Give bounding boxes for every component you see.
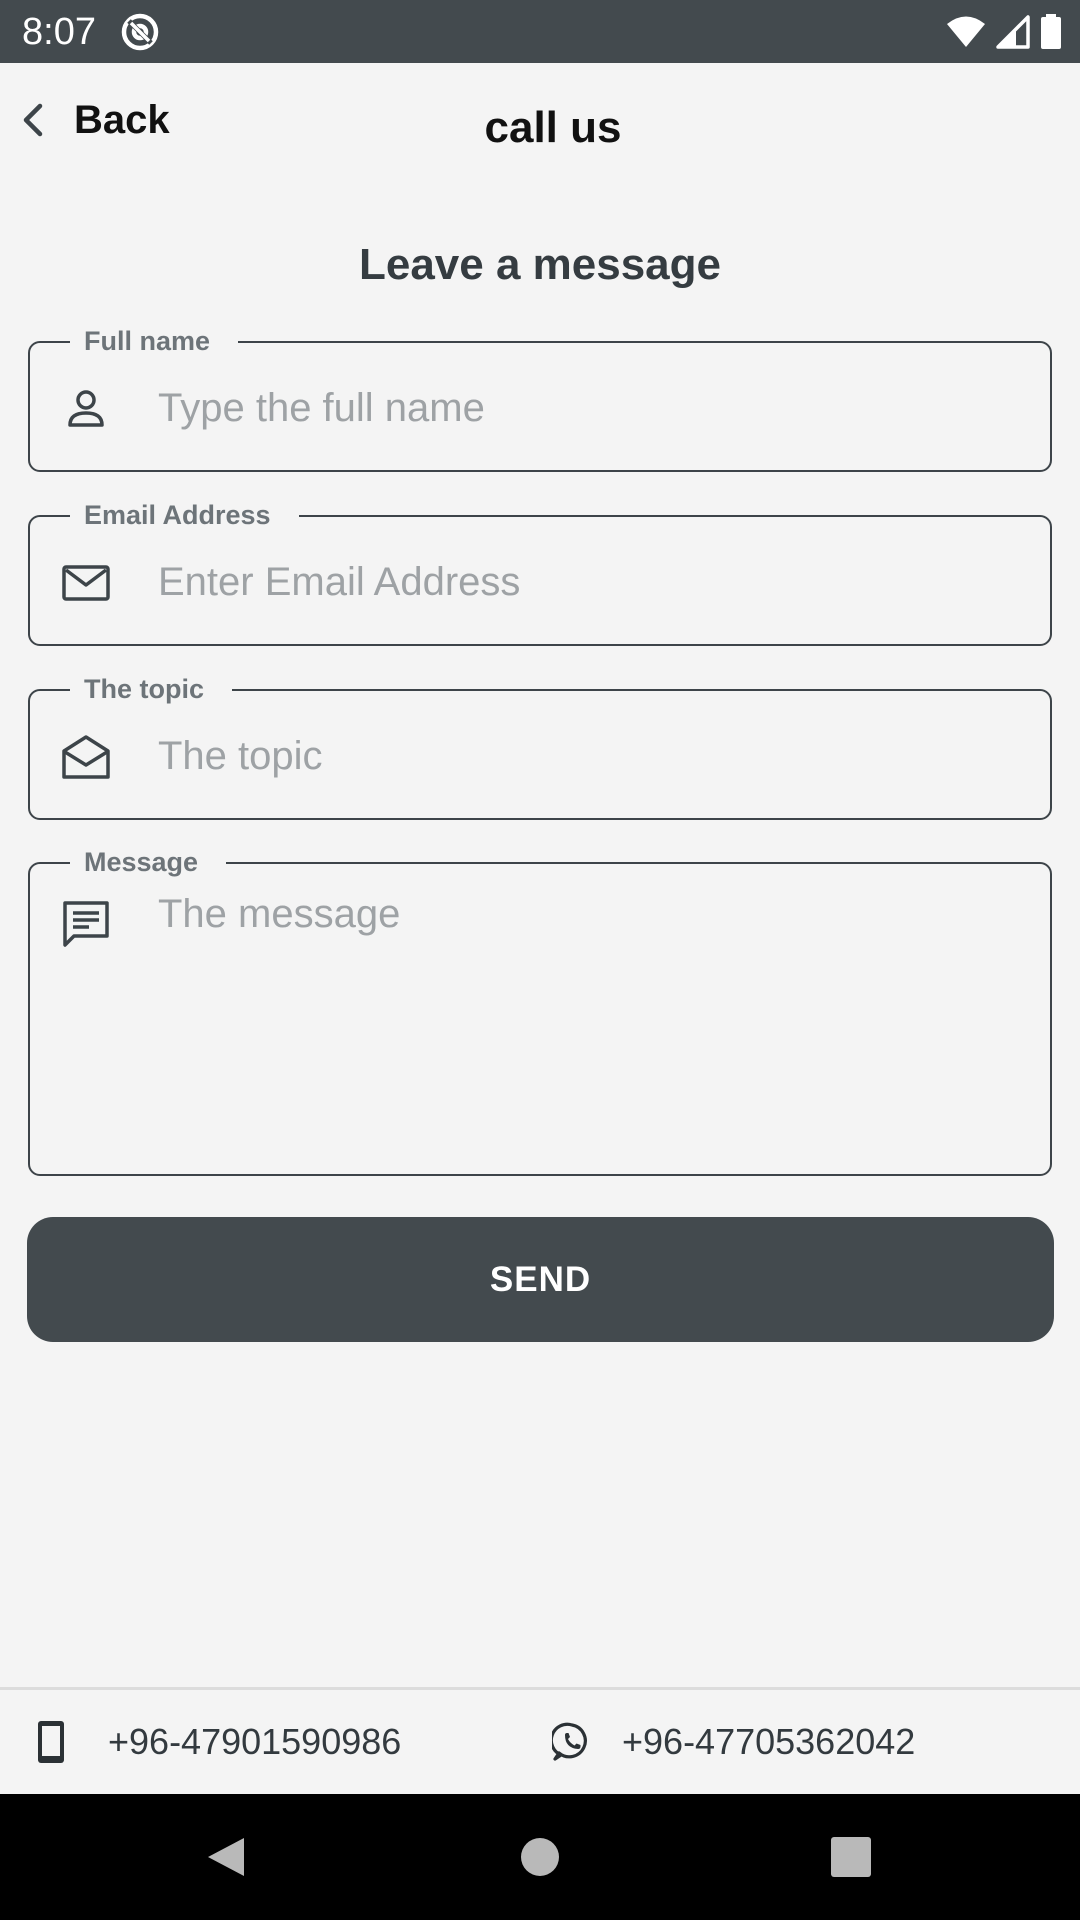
full-name-label: Full name [70, 321, 239, 361]
send-button[interactable]: SEND [27, 1217, 1054, 1342]
system-nav-bar [0, 1794, 1080, 1920]
back-nav-icon[interactable] [200, 1832, 250, 1882]
phone-contact[interactable]: +96-47901590986 [36, 1690, 401, 1794]
wifi-icon [947, 16, 985, 47]
section-title: Leave a message [358, 240, 722, 289]
person-icon [68, 390, 104, 427]
message-input[interactable] [158, 892, 1030, 1154]
home-nav-icon[interactable] [515, 1832, 565, 1882]
status-icons [946, 12, 1062, 52]
email-field: Email Address [28, 495, 1052, 646]
recents-nav-icon[interactable] [826, 1832, 876, 1882]
mail-icon [62, 565, 110, 601]
whatsapp-number: +96-47705362042 [622, 1721, 916, 1762]
whatsapp-contact[interactable]: +96-47705362042 [552, 1690, 915, 1794]
battery-icon [1041, 14, 1061, 49]
page-title: call us [484, 103, 622, 152]
full-name-field: Full name [28, 321, 1052, 472]
message-field: Message [28, 842, 1052, 1176]
status-time: 8:07 [22, 11, 96, 53]
email-label: Email Address [70, 495, 299, 535]
topic-label: The topic [70, 669, 232, 709]
topic-input[interactable] [158, 731, 1030, 781]
phone-number: +96-47901590986 [108, 1721, 402, 1762]
phone-icon [38, 1721, 64, 1763]
full-name-input[interactable] [158, 383, 1030, 433]
signal-icon [996, 15, 1030, 49]
status-bar: 8:07 [0, 0, 1080, 63]
topic-field: The topic [28, 669, 1052, 820]
message-label: Message [70, 842, 227, 882]
app-header: Back call us [0, 63, 1080, 183]
email-input[interactable] [158, 557, 1030, 607]
at-sign-icon [121, 13, 159, 51]
message-icon [63, 901, 109, 947]
open-envelope-icon [62, 735, 110, 779]
whatsapp-icon [552, 1722, 587, 1761]
contact-bar: +96-47901590986 +96-47705362042 [0, 1687, 1080, 1794]
